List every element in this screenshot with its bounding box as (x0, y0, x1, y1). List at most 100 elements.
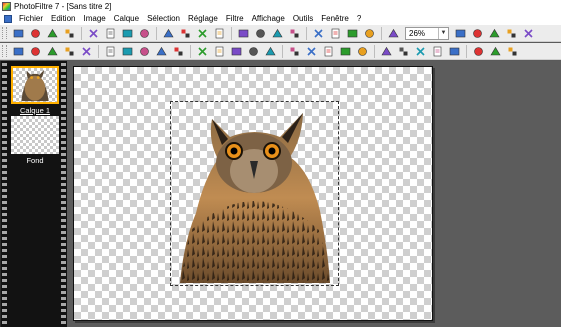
gradient-icon[interactable] (305, 45, 318, 58)
fill-icon[interactable] (288, 45, 301, 58)
pencil-icon[interactable] (80, 45, 93, 58)
document-icon[interactable] (4, 15, 12, 23)
title-bar: PhotoFiltre 7 - [Sans titre 2] (0, 0, 561, 13)
window-icon[interactable] (522, 27, 535, 40)
menu-selection[interactable]: Sélection (143, 13, 184, 25)
image-canvas[interactable] (73, 66, 433, 321)
main-toolbar: 26% ▼ (0, 25, 561, 42)
copy-icon[interactable] (162, 27, 175, 40)
mosaic-icon[interactable] (247, 45, 260, 58)
curves-icon[interactable] (172, 45, 185, 58)
new-file-icon[interactable] (12, 27, 25, 40)
zoom-value: 26% (409, 28, 426, 38)
toolbar-separator (190, 44, 191, 58)
align-icon[interactable] (213, 45, 226, 58)
resize-icon[interactable] (489, 45, 502, 58)
toolbar-separator (466, 44, 467, 58)
toolbar-separator (381, 26, 382, 40)
brush-icon[interactable] (63, 45, 76, 58)
toolbar-grip[interactable] (2, 45, 7, 57)
toolbar-separator (374, 44, 375, 58)
rotate-icon[interactable] (312, 27, 325, 40)
text-icon[interactable] (329, 27, 342, 40)
transform-icon[interactable] (196, 45, 209, 58)
effect-icon[interactable] (104, 45, 117, 58)
menu-affichage[interactable]: Affichage (248, 13, 289, 25)
blur-icon[interactable] (356, 45, 369, 58)
panel-icon[interactable] (472, 45, 485, 58)
zoom-select[interactable]: 26% ▼ (405, 26, 449, 40)
filter-toolbar (0, 43, 561, 60)
layer-label: Calque 1 (19, 106, 51, 115)
layer-item-calque-1[interactable]: Calque 1 (9, 66, 61, 115)
redo-icon[interactable] (138, 27, 151, 40)
filter-icon[interactable] (138, 45, 151, 58)
layer-icon[interactable] (271, 27, 284, 40)
toolbar-separator (306, 26, 307, 40)
zoom-out-icon[interactable] (471, 27, 484, 40)
menu-image[interactable]: Image (79, 13, 109, 25)
print-preview-icon[interactable] (104, 27, 117, 40)
window-title: PhotoFiltre 7 - [Sans titre 2] (14, 2, 112, 11)
select-icon[interactable] (12, 45, 25, 58)
workspace (67, 61, 561, 327)
scan-icon[interactable] (63, 27, 76, 40)
frame-icon[interactable] (230, 45, 243, 58)
layout-icon[interactable] (448, 45, 461, 58)
app-icon (2, 2, 11, 11)
toolbar-separator (98, 44, 99, 58)
rgb-icon[interactable] (506, 45, 519, 58)
menu-filtre[interactable]: Filtre (222, 13, 248, 25)
layer-label: Fond (26, 156, 44, 165)
menu-help[interactable]: ? (353, 13, 365, 25)
chevron-down-icon[interactable]: ▼ (438, 27, 448, 39)
layer-thumbnail[interactable] (11, 116, 59, 154)
flag-icon[interactable] (121, 45, 134, 58)
film-strip-edge (2, 63, 7, 325)
menu-outils[interactable]: Outils (289, 13, 317, 25)
sharpen-icon[interactable] (339, 45, 352, 58)
film-strip-edge (61, 63, 66, 325)
layer-item-fond[interactable]: Fond (9, 116, 61, 165)
toolbar-separator (156, 26, 157, 40)
open-folder-icon[interactable] (29, 27, 42, 40)
actual-size-icon[interactable] (505, 27, 518, 40)
toolbar-separator (231, 26, 232, 40)
toolbar-separator (282, 44, 283, 58)
menu-calque[interactable]: Calque (110, 13, 143, 25)
toolbar-grip[interactable] (2, 27, 7, 39)
owl-thumbnail (21, 69, 49, 102)
preferences-icon[interactable] (363, 27, 376, 40)
menu-reglage[interactable]: Réglage (184, 13, 222, 25)
paste-icon[interactable] (179, 27, 192, 40)
export-icon[interactable] (346, 27, 359, 40)
levels-icon[interactable] (155, 45, 168, 58)
contrast-icon[interactable] (322, 45, 335, 58)
color-mode-icon[interactable] (237, 27, 250, 40)
print-icon[interactable] (87, 27, 100, 40)
menu-bar: Fichier Edition Image Calque Sélection R… (0, 13, 561, 25)
layers-panel: Calque 1 Fond (0, 61, 67, 327)
zoom-in-icon[interactable] (454, 27, 467, 40)
fit-icon[interactable] (488, 27, 501, 40)
swatch-icon[interactable] (431, 45, 444, 58)
triangle-icon[interactable] (397, 45, 410, 58)
color-wheel-icon[interactable] (414, 45, 427, 58)
mask-icon[interactable] (264, 45, 277, 58)
layer-thumbnail[interactable] (11, 66, 59, 104)
undo-icon[interactable] (121, 27, 134, 40)
dropper-icon[interactable] (46, 45, 59, 58)
flip-icon[interactable] (288, 27, 301, 40)
menu-fenetre[interactable]: Fenêtre (317, 13, 353, 25)
image-size-icon[interactable] (196, 27, 209, 40)
canvas-size-icon[interactable] (213, 27, 226, 40)
selection-marquee[interactable] (170, 101, 339, 286)
drop-icon[interactable] (380, 45, 393, 58)
save-icon[interactable] (46, 27, 59, 40)
color-pick-icon[interactable] (29, 45, 42, 58)
automate-icon[interactable] (387, 27, 400, 40)
menu-fichier[interactable]: Fichier (15, 13, 47, 25)
crop-icon[interactable] (254, 27, 267, 40)
toolbar-separator (81, 26, 82, 40)
menu-edition[interactable]: Edition (47, 13, 79, 25)
